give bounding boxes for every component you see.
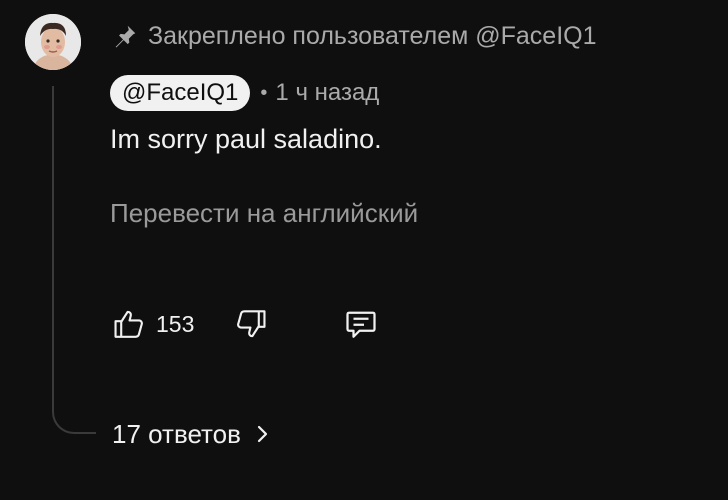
avatar[interactable] xyxy=(25,14,81,70)
comment-text: Im sorry paul saladino. xyxy=(110,124,382,154)
comment-actions: 153 xyxy=(110,304,380,344)
replies-button[interactable]: 17 ответов xyxy=(112,416,271,452)
translate-button[interactable]: Перевести на английский xyxy=(110,198,418,229)
dislike-button[interactable] xyxy=(232,305,270,343)
replies-label: 17 ответов xyxy=(112,418,241,449)
thumb-down-icon xyxy=(237,310,266,338)
meta-separator: • xyxy=(260,81,268,104)
pinned-text: Закреплено пользователем @FaceIQ1 xyxy=(148,21,597,50)
avatar-image xyxy=(25,14,81,70)
reply-button[interactable] xyxy=(342,305,380,343)
comment-time[interactable]: 1 ч назад xyxy=(275,79,379,107)
author-chip[interactable]: @FaceIQ1 xyxy=(110,75,251,111)
pin-icon xyxy=(115,25,136,48)
thread-line xyxy=(52,86,96,434)
comment-icon xyxy=(346,311,376,338)
comment-meta: @FaceIQ1 • 1 ч назад xyxy=(110,74,379,112)
thumb-up-icon xyxy=(114,310,143,338)
chevron-right-icon xyxy=(257,425,268,443)
like-button[interactable] xyxy=(110,305,148,343)
like-count: 153 xyxy=(156,310,195,337)
pinned-banner: Закреплено пользователем @FaceIQ1 xyxy=(112,20,597,52)
